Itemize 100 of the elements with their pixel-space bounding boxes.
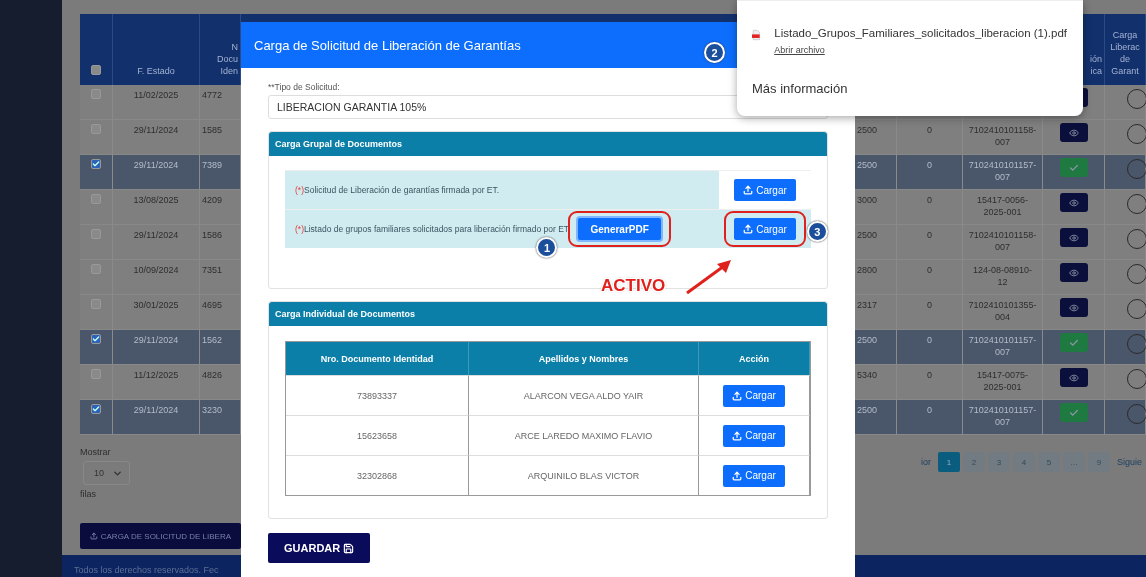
upload-button[interactable]: Cargar	[734, 218, 796, 240]
upload-icon	[732, 470, 743, 481]
upload-icon	[743, 224, 754, 234]
eye-icon	[1068, 372, 1079, 383]
table-cell: 10/09/2024	[113, 260, 200, 295]
upload-button[interactable]: Cargar	[734, 179, 796, 201]
table-cell: 15623658	[356, 430, 397, 441]
table-cell: 0	[897, 120, 963, 155]
table-cell: 2800	[855, 260, 897, 295]
next-page-link[interactable]: Siguie	[1112, 457, 1146, 467]
generate-pdf-button[interactable]: GenerarPDF	[578, 218, 661, 240]
table-cell: 2500	[855, 155, 897, 190]
table-cell: 7102410101158-007	[963, 225, 1043, 260]
eye-icon	[1068, 267, 1079, 278]
column-header: F. Estado	[113, 14, 200, 85]
table-cell: 13/08/2025	[113, 190, 200, 225]
table-cell: 3000	[855, 190, 897, 225]
page-size-select[interactable]: 10	[83, 461, 130, 485]
upload-icon	[743, 185, 754, 195]
table-cell: 0	[897, 155, 963, 190]
check-icon	[1068, 162, 1079, 173]
view-button[interactable]	[1059, 368, 1088, 387]
column-header: Apellidos y Nombres	[469, 342, 699, 375]
table-cell: 73893337	[356, 390, 397, 401]
view-button[interactable]	[1059, 263, 1088, 282]
row-checkbox[interactable]	[91, 124, 101, 134]
table-cell: 15417-0075-2025-001	[963, 365, 1043, 400]
view-button[interactable]	[1059, 193, 1088, 212]
table-cell: 7102410101158-007	[963, 120, 1043, 155]
column-header: Acción	[699, 342, 810, 375]
modal-title: Carga de Solicitud de Liberación de Garantías	[254, 37, 521, 53]
table-cell: ALARCON VEGA ALDO YAIR	[523, 390, 644, 401]
table-cell: 29/11/2024	[113, 330, 200, 365]
page-button[interactable]: 1	[937, 452, 960, 472]
upload-button[interactable]: Cargar	[723, 384, 785, 407]
row-checkbox[interactable]	[91, 89, 101, 99]
show-label: Mostrar	[80, 447, 112, 457]
row-checkbox[interactable]	[91, 334, 101, 344]
save-button[interactable]: GUARDAR	[268, 533, 371, 563]
upload-icon	[90, 532, 98, 540]
upload-button[interactable]: Cargar	[723, 464, 785, 487]
page-button[interactable]: …	[1062, 452, 1085, 472]
table-cell: 4695	[200, 295, 241, 330]
row-checkbox[interactable]	[91, 264, 101, 274]
row-checkbox[interactable]	[91, 229, 101, 239]
table-cell: 2500	[855, 225, 897, 260]
table-cell: 7351	[200, 260, 241, 295]
table-cell: 4826	[200, 365, 241, 400]
eye-icon	[1068, 197, 1079, 208]
upload-button[interactable]: Cargar	[723, 424, 785, 447]
table-cell: ARCE LAREDO MAXIMO FLAVIO	[514, 430, 653, 441]
table-cell: 0	[897, 295, 963, 330]
row-checkbox[interactable]	[91, 404, 101, 414]
eye-icon	[1068, 127, 1079, 138]
document-label: (*)Solicitud de Liberación de garantías firmada por ET.	[295, 185, 500, 195]
view-button[interactable]	[1059, 123, 1088, 142]
table-cell: 4772	[200, 85, 241, 120]
step-badge: 1	[536, 237, 558, 258]
check-icon	[1068, 337, 1079, 348]
previous-page-link[interactable]: ior	[916, 457, 935, 467]
open-file-link[interactable]: Abrir archivo	[774, 45, 825, 55]
step-badge: 3	[806, 221, 828, 242]
eye-icon	[1068, 302, 1079, 313]
field-label: **Tipo de Solicitud:	[268, 82, 340, 92]
table-cell: 7102410101157-007	[963, 330, 1043, 365]
table-cell: 124-08-08910-12	[963, 260, 1043, 295]
row-checkbox[interactable]	[91, 369, 101, 379]
row-checkbox[interactable]	[91, 194, 101, 204]
table-cell: 29/11/2024	[113, 225, 200, 260]
save-icon	[343, 542, 355, 554]
table-cell: 7389	[200, 155, 241, 190]
check-icon	[1068, 407, 1079, 418]
card-header: Carga Individual de Documentos	[269, 302, 827, 326]
table-cell: 0	[897, 260, 963, 295]
select-all-checkbox[interactable]	[91, 65, 101, 75]
table-cell: 0	[897, 400, 963, 435]
table-cell: 7102410101157-007	[963, 400, 1043, 435]
table-cell: ARQUINILO BLAS VICTOR	[527, 470, 640, 481]
table-cell: 2500	[855, 400, 897, 435]
table-cell: 11/02/2025	[113, 85, 200, 120]
column-header: N Docu Iden	[200, 14, 241, 85]
row-checkbox[interactable]	[91, 299, 101, 309]
view-button[interactable]	[1059, 298, 1088, 317]
table-cell: 3230	[200, 400, 241, 435]
row-checkbox[interactable]	[91, 159, 101, 169]
table-cell: 0	[897, 330, 963, 365]
table-cell: 7102410101355-004	[963, 295, 1043, 330]
table-cell: 29/11/2024	[113, 120, 200, 155]
table-cell: 0	[897, 190, 963, 225]
table-cell: 2500	[855, 120, 897, 155]
table-cell: 15417-0056-2025-001	[963, 190, 1043, 225]
upload-icon	[732, 390, 743, 401]
pdf-file-icon	[752, 27, 761, 43]
table-cell: 1585	[200, 120, 241, 155]
footer-text: Todos los derechos reservados. Fec	[74, 565, 219, 575]
upload-icon	[732, 430, 743, 441]
table-cell: 4209	[200, 190, 241, 225]
view-button[interactable]	[1059, 228, 1088, 247]
bulk-upload-button[interactable]: CARGA DE SOLICITUD DE LIBERA	[80, 523, 241, 549]
table-cell: 2500	[855, 330, 897, 365]
